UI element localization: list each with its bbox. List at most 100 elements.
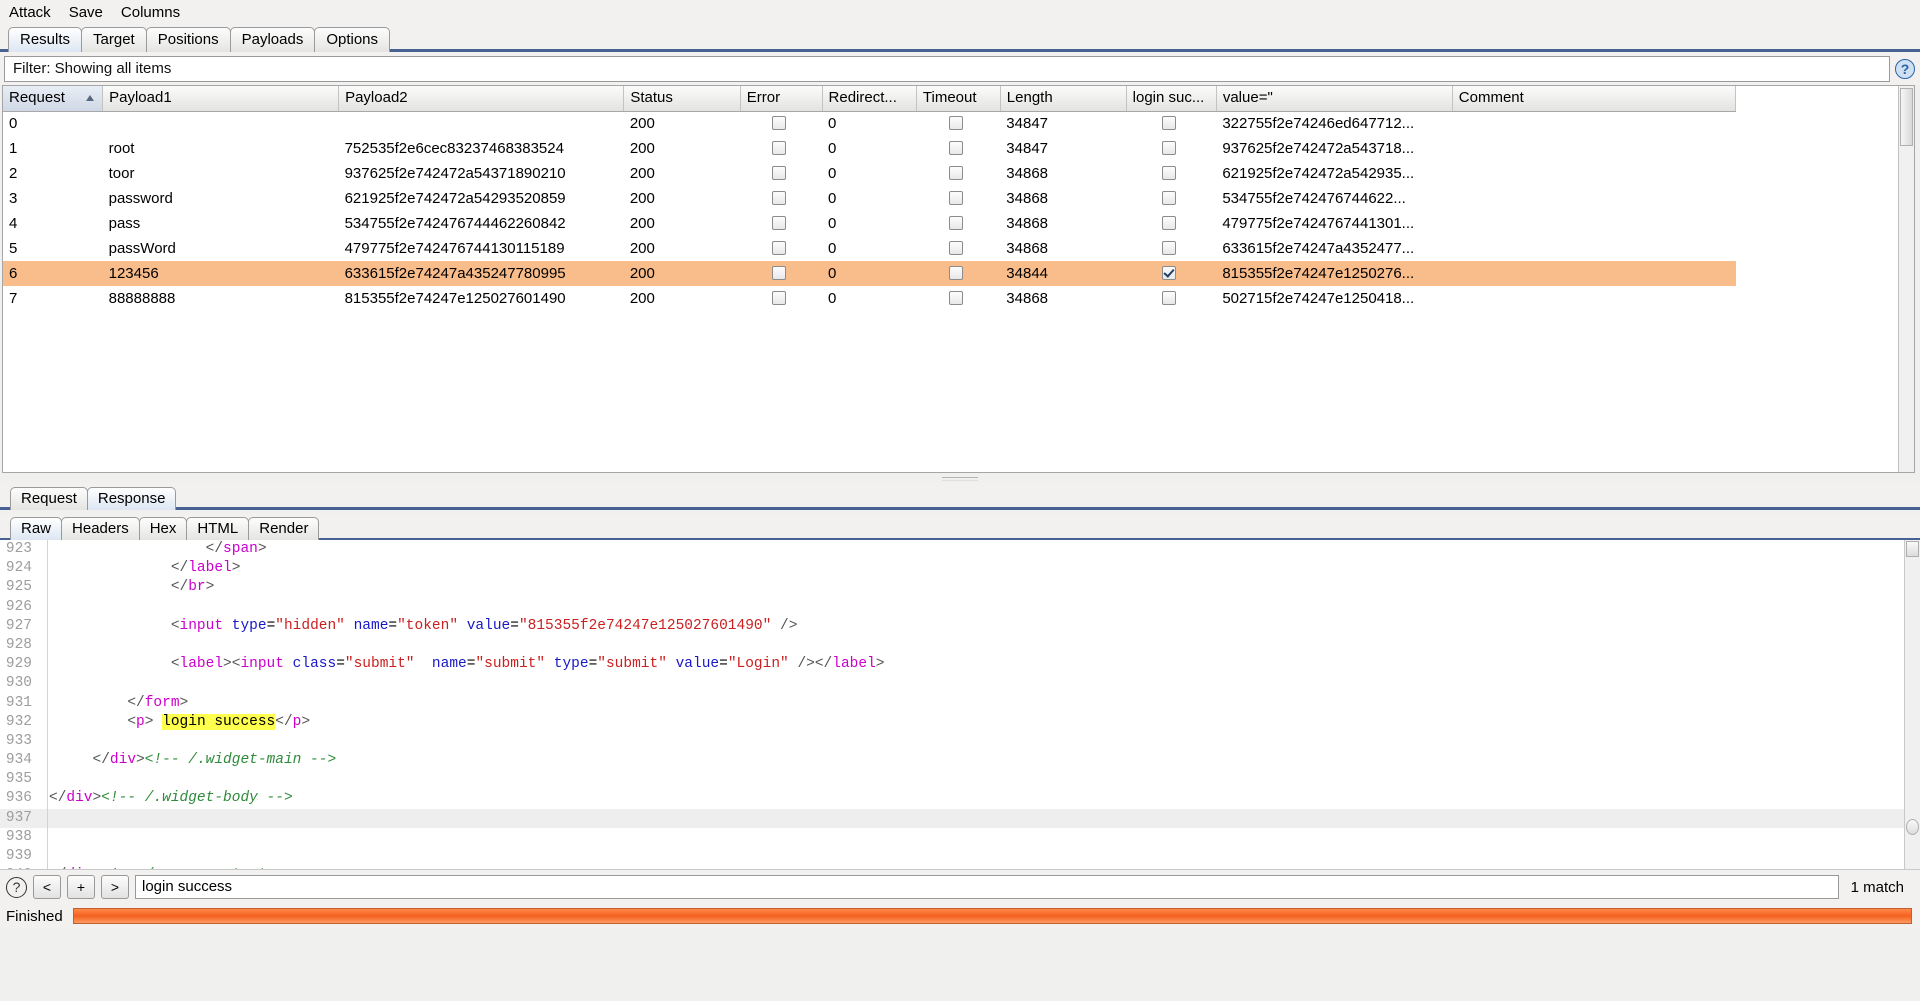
- checkbox-icon[interactable]: [948, 166, 963, 180]
- cell-timeout[interactable]: [916, 161, 1000, 186]
- cell-error[interactable]: [740, 186, 822, 211]
- table-row[interactable]: 3 password 621925f2e742472a54293520859 200 0…: [3, 186, 1736, 211]
- tab-options[interactable]: Options: [314, 27, 391, 52]
- checkbox-icon[interactable]: [948, 266, 963, 280]
- checkbox-icon[interactable]: [771, 141, 786, 155]
- question-icon[interactable]: ?: [1895, 59, 1915, 79]
- cell-login-success[interactable]: [1126, 211, 1216, 236]
- checkbox-checked-icon[interactable]: [1161, 266, 1176, 280]
- search-prev-button[interactable]: <: [33, 875, 61, 899]
- table-row[interactable]: 7 88888888 815355f2e74247e125027601490 200 0…: [3, 286, 1736, 311]
- table-row[interactable]: 5 passWord 479775f2e742476744130115189 200 0…: [3, 236, 1736, 261]
- checkbox-icon[interactable]: [1161, 166, 1176, 180]
- checkbox-icon[interactable]: [1161, 141, 1176, 155]
- cell-timeout[interactable]: [916, 211, 1000, 236]
- checkbox-icon[interactable]: [1161, 116, 1176, 131]
- cell-timeout[interactable]: [916, 261, 1001, 286]
- tab-response[interactable]: Response: [86, 487, 177, 510]
- search-add-button[interactable]: +: [67, 875, 95, 899]
- cell-status: 200: [629, 140, 655, 157]
- checkbox-icon[interactable]: [771, 241, 786, 255]
- menu-item-save[interactable]: Save: [67, 3, 105, 22]
- menu-item-columns[interactable]: Columns: [119, 3, 182, 22]
- checkbox-icon[interactable]: [771, 116, 786, 131]
- cell-login-success[interactable]: [1126, 286, 1216, 311]
- table-row[interactable]: 4 pass 534755f2e742476744462260842 200 0 3486…: [3, 211, 1736, 236]
- tab-payloads[interactable]: Payloads: [229, 27, 316, 52]
- response-body-viewer[interactable]: 923 </span> 924 </label> 925 </br> 926 927 …: [0, 540, 1920, 870]
- tab-headers[interactable]: Headers: [61, 517, 140, 540]
- table-row[interactable]: 0 200 0 34847 322755f2e74246ed647712...: [3, 111, 1736, 136]
- question-icon[interactable]: ?: [6, 876, 27, 898]
- column-header-request[interactable]: Request: [3, 86, 104, 112]
- cell-request: 0: [9, 115, 18, 133]
- checkbox-icon[interactable]: [771, 266, 786, 280]
- cell-length: 34868: [1006, 215, 1049, 232]
- checkbox-icon[interactable]: [1161, 241, 1176, 255]
- checkbox-icon[interactable]: [948, 141, 963, 155]
- checkbox-icon[interactable]: [1161, 191, 1176, 205]
- cell-error[interactable]: [740, 136, 822, 161]
- cell-timeout[interactable]: [916, 111, 1000, 136]
- panel-splitter[interactable]: [0, 473, 1920, 483]
- table-row[interactable]: 6 123456 633615f2e74247a435247780995 200 0 34…: [3, 261, 1736, 286]
- cell-login-success[interactable]: [1126, 111, 1216, 136]
- checkbox-icon[interactable]: [948, 191, 963, 205]
- checkbox-icon[interactable]: [771, 291, 786, 305]
- cell-error[interactable]: [740, 111, 822, 136]
- tab-html[interactable]: HTML: [186, 517, 250, 540]
- cell-timeout[interactable]: [916, 186, 1000, 211]
- cell-error[interactable]: [740, 211, 822, 236]
- cell-error[interactable]: [740, 161, 822, 186]
- column-header-payload1[interactable]: Payload1: [102, 86, 340, 112]
- column-header-status[interactable]: Status: [623, 86, 741, 112]
- table-row[interactable]: 1 root 752535f2e6cec83237468383524 200 0 3484…: [3, 136, 1736, 161]
- cell-error[interactable]: [740, 236, 822, 261]
- checkbox-icon[interactable]: [771, 166, 786, 180]
- cell-login-success[interactable]: [1126, 136, 1216, 161]
- cell-timeout[interactable]: [916, 286, 1000, 311]
- scrollbar-thumb[interactable]: [1900, 88, 1913, 146]
- column-header-payload2[interactable]: Payload2: [338, 86, 625, 112]
- checkbox-icon[interactable]: [771, 191, 786, 205]
- line-number: 927: [5, 617, 32, 634]
- checkbox-icon[interactable]: [948, 241, 963, 255]
- cell-timeout[interactable]: [916, 136, 1000, 161]
- column-header-timeout[interactable]: Timeout: [916, 86, 1001, 112]
- search-input[interactable]: login success: [135, 875, 1839, 899]
- table-row[interactable]: 2 toor 937625f2e742472a54371890210 200 0 3486…: [3, 161, 1736, 186]
- cell-login-success[interactable]: [1126, 186, 1216, 211]
- column-header-comment[interactable]: Comment: [1452, 86, 1737, 112]
- cell-timeout[interactable]: [916, 236, 1000, 261]
- tab-render[interactable]: Render: [248, 517, 320, 540]
- column-header-redirect[interactable]: Redirect...: [822, 86, 917, 112]
- filter-bar[interactable]: Filter: Showing all items: [4, 56, 1890, 82]
- tab-request[interactable]: Request: [10, 487, 88, 510]
- search-next-button[interactable]: >: [101, 875, 129, 899]
- scroll-down-icon[interactable]: [1906, 819, 1919, 835]
- tab-target[interactable]: Target: [81, 27, 147, 52]
- column-header-value[interactable]: value=": [1216, 86, 1453, 112]
- cell-error[interactable]: [740, 261, 823, 286]
- column-header-length[interactable]: Length: [1000, 86, 1127, 112]
- menu-item-attack[interactable]: Attack: [7, 3, 53, 22]
- checkbox-icon[interactable]: [948, 216, 963, 230]
- column-header-error[interactable]: Error: [740, 86, 823, 112]
- column-header-login-success[interactable]: login suc...: [1126, 86, 1217, 112]
- tab-raw[interactable]: Raw: [10, 517, 63, 540]
- checkbox-icon[interactable]: [1161, 216, 1176, 230]
- response-scrollbar[interactable]: [1904, 540, 1920, 869]
- tab-positions[interactable]: Positions: [145, 27, 231, 52]
- results-table-scrollbar[interactable]: [1898, 86, 1914, 472]
- checkbox-icon[interactable]: [771, 216, 786, 230]
- tab-results[interactable]: Results: [8, 27, 83, 52]
- cell-login-success[interactable]: [1126, 236, 1216, 261]
- cell-login-success[interactable]: [1126, 161, 1216, 186]
- checkbox-icon[interactable]: [1161, 291, 1176, 305]
- cell-login-success[interactable]: [1126, 261, 1217, 286]
- tab-hex[interactable]: Hex: [138, 517, 188, 540]
- checkbox-icon[interactable]: [948, 116, 963, 131]
- cell-error[interactable]: [740, 286, 822, 311]
- response-scrollbar-thumb[interactable]: [1906, 541, 1919, 557]
- checkbox-icon[interactable]: [948, 291, 963, 305]
